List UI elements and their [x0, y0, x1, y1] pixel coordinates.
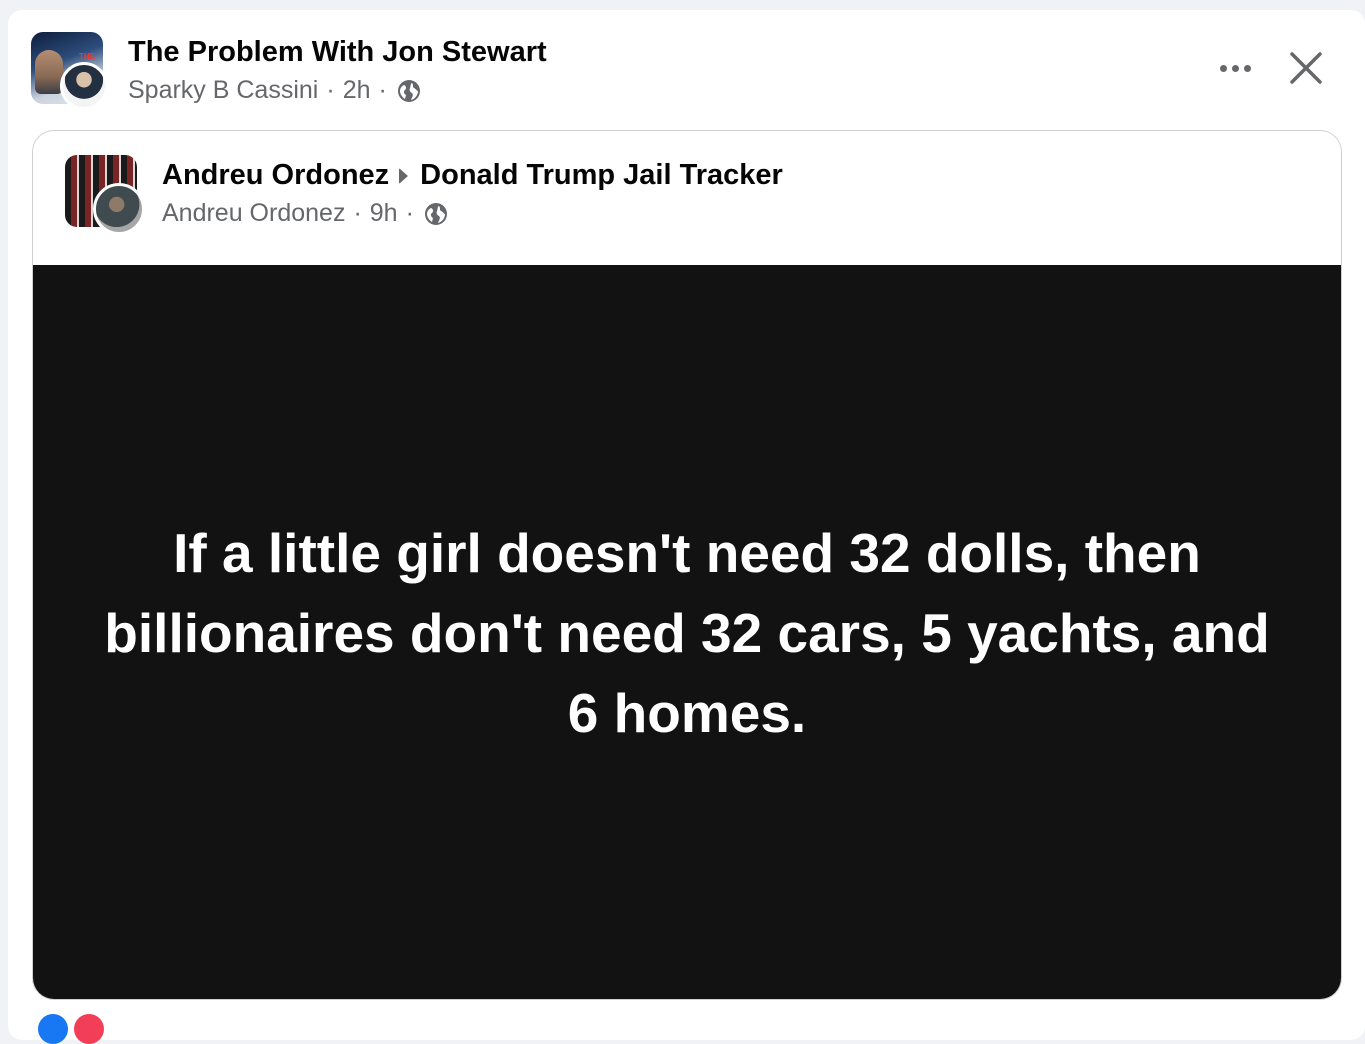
close-button[interactable]	[1286, 48, 1326, 88]
post-meta: Sparky B Cassini · 2h ·	[128, 76, 421, 105]
shared-author-name[interactable]: Andreu Ordonez	[162, 159, 389, 192]
close-icon	[1290, 52, 1322, 84]
globe-icon	[424, 202, 447, 225]
love-reaction-icon[interactable]	[74, 1014, 104, 1044]
meta-separator: ·	[353, 199, 362, 227]
shared-timestamp[interactable]: 9h	[370, 199, 398, 228]
more-dot	[1243, 64, 1251, 72]
post-card: THE The Problem With Jon Stewart Sparky …	[8, 10, 1365, 1040]
post-timestamp[interactable]: 2h	[343, 76, 371, 105]
meta-separator: ·	[405, 199, 414, 227]
shared-post-meta: Andreu Ordonez · 9h ·	[162, 199, 448, 228]
shared-post[interactable]: Andreu Ordonez Donald Trump Jail Tracker…	[32, 130, 1342, 1000]
caret-right-icon	[399, 167, 409, 184]
text-post-image[interactable]: If a little girl doesn't need 32 dolls, …	[33, 265, 1341, 999]
more-options-button[interactable]	[1210, 56, 1260, 80]
shared-author-avatar[interactable]	[93, 183, 145, 235]
post-author[interactable]: Sparky B Cassini	[128, 76, 318, 105]
author-avatar[interactable]	[60, 62, 108, 110]
avatar-caption: THE	[79, 52, 95, 61]
more-dot	[1231, 64, 1239, 72]
meta-separator: ·	[378, 76, 387, 104]
group-name[interactable]: Donald Trump Jail Tracker	[420, 159, 783, 192]
shared-meta-author[interactable]: Andreu Ordonez	[162, 199, 345, 228]
globe-icon	[397, 79, 420, 102]
post-page-name[interactable]: The Problem With Jon Stewart	[128, 36, 547, 69]
shared-post-title: Andreu Ordonez Donald Trump Jail Tracker	[162, 159, 783, 192]
like-reaction-icon[interactable]	[38, 1014, 68, 1044]
more-horizontal-icon	[1219, 64, 1227, 72]
meta-separator: ·	[326, 76, 335, 104]
avatar-photo	[35, 50, 63, 94]
post-quote-text: If a little girl doesn't need 32 dolls, …	[104, 522, 1270, 744]
